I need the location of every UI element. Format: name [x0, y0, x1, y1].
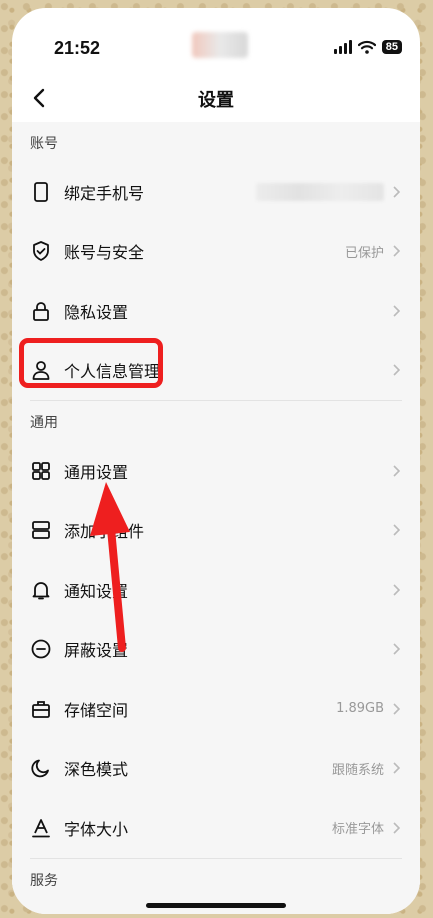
status-bar: 21:52 85	[12, 8, 420, 74]
settings-item-label: 隐私设置	[64, 302, 129, 322]
storage-icon	[32, 700, 50, 718]
settings-item-label: 添加小组件	[64, 522, 145, 542]
settings-item-label: 通知设置	[64, 581, 129, 601]
blurred-indicator	[192, 32, 248, 58]
settings-item-general-settings[interactable]: 通用设置	[12, 441, 420, 501]
settings-item-account-security[interactable]: 账号与安全 已保护	[12, 222, 420, 282]
signal-icon	[333, 40, 352, 54]
settings-item-font-size[interactable]: 字体大小 标准字体	[12, 798, 420, 858]
phone-screen: 21:52 85 设置 账号 绑定手机号 账号与安全 已保护 隐私设置 个人信息…	[12, 8, 420, 914]
minus-circle-icon	[31, 639, 51, 659]
settings-item-dark-mode[interactable]: 深色模式 跟随系统	[12, 739, 420, 799]
settings-item-label: 存储空间	[64, 700, 129, 720]
chevron-right-icon	[393, 762, 401, 774]
chevron-right-icon	[393, 822, 401, 834]
highlight-box	[19, 338, 163, 388]
status-icons: 85	[333, 40, 402, 54]
section-label-general: 通用	[12, 401, 420, 441]
settings-item-label: 通用设置	[64, 462, 129, 482]
status-time: 21:52	[54, 38, 101, 58]
blurred-phone-number	[256, 182, 384, 201]
settings-item-label: 深色模式	[64, 760, 129, 780]
chevron-right-icon	[393, 305, 401, 317]
settings-item-label: 屏蔽设置	[64, 641, 129, 661]
settings-item-value: 标准字体	[331, 822, 384, 838]
settings-item-label: 字体大小	[64, 819, 129, 839]
chevron-right-icon	[393, 584, 401, 596]
widget-icon	[32, 521, 50, 540]
chevron-right-icon	[393, 703, 401, 715]
settings-item-add-widget[interactable]: 添加小组件	[12, 501, 420, 561]
font-size-icon	[32, 818, 50, 838]
settings-item-value: 跟随系统	[331, 762, 384, 778]
home-indicator[interactable]	[146, 903, 286, 908]
bell-icon	[32, 581, 50, 600]
settings-item-label: 账号与安全	[64, 243, 145, 263]
settings-item-label: 绑定手机号	[64, 183, 145, 203]
chevron-right-icon	[393, 245, 401, 257]
chevron-right-icon	[393, 465, 401, 477]
settings-item-notifications[interactable]: 通知设置	[12, 560, 420, 620]
settings-item-value: 已保护	[344, 245, 384, 261]
nav-bar: 设置	[12, 74, 420, 122]
section-label-account: 账号	[12, 122, 420, 162]
settings-item-privacy[interactable]: 隐私设置	[12, 281, 420, 341]
section-label-service: 服务	[12, 858, 420, 899]
chevron-right-icon	[393, 643, 401, 655]
section-general: 通用设置 添加小组件 通知设置 屏蔽设置 存储空间 1.89GB 深色模式 跟随…	[12, 441, 420, 858]
settings-item-block[interactable]: 屏蔽设置	[12, 620, 420, 680]
settings-item-value: 1.89GB	[336, 701, 384, 717]
wifi-icon	[357, 40, 376, 54]
settings-list: 账号 绑定手机号 账号与安全 已保护 隐私设置 个人信息管理 通用 通用设置 添…	[12, 122, 420, 914]
shield-check-icon	[33, 241, 49, 262]
chevron-right-icon	[393, 524, 401, 536]
settings-item-bind-phone[interactable]: 绑定手机号	[12, 162, 420, 222]
settings-item-storage[interactable]: 存储空间 1.89GB	[12, 679, 420, 739]
page-title: 设置	[198, 90, 234, 111]
grid-icon	[32, 461, 50, 480]
chevron-right-icon	[393, 186, 401, 198]
phone-icon	[34, 181, 48, 202]
moon-icon	[31, 759, 49, 778]
battery-icon: 85	[381, 40, 402, 54]
lock-icon	[33, 301, 49, 321]
chevron-right-icon	[393, 364, 401, 376]
